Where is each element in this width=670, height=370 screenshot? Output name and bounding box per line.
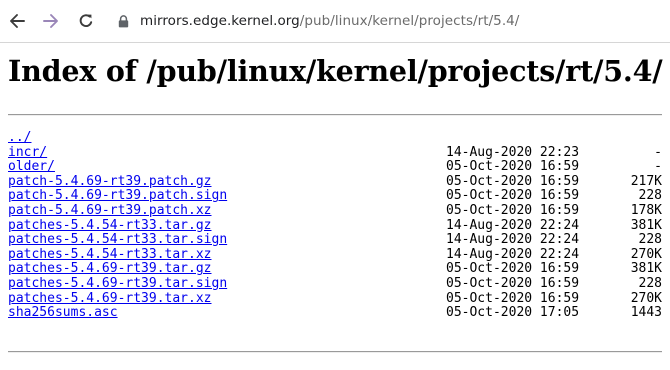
- modified-date: 05-Oct-2020 16:59: [446, 290, 580, 306]
- listing-row: ../: [8, 130, 662, 146]
- listing-row: patch-5.4.69-rt39.patch.xz 05-Oct-2020 16…: [8, 202, 662, 219]
- modified-date: 05-Oct-2020 16:59: [446, 159, 580, 175]
- url-path: /pub/linux/kernel/projects/rt/5.4/: [299, 13, 520, 29]
- file-size: 217K: [630, 173, 662, 189]
- file-link[interactable]: patches-5.4.69-rt39.tar.sign: [8, 276, 227, 292]
- reload-button[interactable]: [72, 7, 100, 35]
- file-listing: ../incr/14-Aug-2020 22:23- older/05-Oct-2…: [8, 130, 662, 321]
- file-size: 270K: [630, 246, 662, 262]
- modified-date: 05-Oct-2020 16:59: [446, 275, 580, 291]
- listing-row: patch-5.4.69-rt39.patch.gz 05-Oct-2020 16…: [8, 173, 662, 190]
- forward-button[interactable]: [37, 7, 65, 35]
- address-bar[interactable]: mirrors.edge.kernel.org/pub/linux/kernel…: [108, 5, 668, 37]
- modified-date: 05-Oct-2020 16:59: [446, 188, 580, 204]
- listing-row: sha256sums.asc 05-Oct-2020 17:05 1443: [8, 306, 662, 321]
- url-host: mirrors.edge.kernel.org: [140, 13, 300, 29]
- file-size: -: [654, 144, 662, 160]
- file-size: 228: [638, 275, 662, 291]
- modified-date: 14-Aug-2020 22:23: [446, 144, 580, 160]
- lock-icon: [116, 14, 130, 28]
- listing-row: patches-5.4.54-rt33.tar.gz 14-Aug-2020 22…: [8, 217, 662, 234]
- file-size: 270K: [630, 290, 662, 306]
- file-link[interactable]: incr/: [8, 145, 47, 161]
- file-link[interactable]: sha256sums.asc: [8, 306, 118, 321]
- file-size: 1443: [630, 305, 662, 321]
- file-link[interactable]: older/: [8, 160, 55, 175]
- listing-row: patches-5.4.54-rt33.tar.xz 14-Aug-2020 22…: [8, 246, 662, 263]
- parent-directory-link[interactable]: ../: [8, 130, 31, 146]
- modified-date: 05-Oct-2020 16:59: [446, 202, 580, 218]
- url-text: mirrors.edge.kernel.org/pub/linux/kernel…: [140, 13, 519, 29]
- arrow-right-icon: [43, 13, 59, 29]
- page-title: Index of /pub/linux/kernel/projects/rt/5…: [8, 54, 663, 88]
- file-size: 228: [638, 232, 662, 248]
- back-button[interactable]: [3, 7, 31, 35]
- file-size: 381K: [630, 261, 662, 277]
- modified-date: 05-Oct-2020 17:05: [446, 305, 580, 321]
- divider-top: [8, 114, 662, 116]
- modified-date: 14-Aug-2020 22:24: [446, 246, 580, 262]
- modified-date: 05-Oct-2020 16:59: [446, 261, 580, 277]
- listing-row: patches-5.4.54-rt33.tar.sign 14-Aug-2020 …: [8, 233, 662, 248]
- listing-row: patch-5.4.69-rt39.patch.sign 05-Oct-2020 …: [8, 189, 662, 204]
- file-link[interactable]: patch-5.4.69-rt39.patch.sign: [8, 189, 227, 204]
- file-link[interactable]: patch-5.4.69-rt39.patch.gz: [8, 174, 212, 190]
- reload-icon: [78, 13, 94, 29]
- file-link[interactable]: patches-5.4.54-rt33.tar.sign: [8, 233, 227, 248]
- modified-date: 05-Oct-2020 16:59: [446, 173, 580, 189]
- modified-date: 14-Aug-2020 22:24: [446, 217, 580, 233]
- modified-date: 14-Aug-2020 22:24: [446, 232, 580, 248]
- listing-row: patches-5.4.69-rt39.tar.xz 05-Oct-2020 16…: [8, 290, 662, 307]
- file-size: 381K: [630, 217, 662, 233]
- file-size: 178K: [630, 202, 662, 218]
- file-link[interactable]: patches-5.4.69-rt39.tar.gz: [8, 262, 212, 277]
- file-size: -: [654, 159, 662, 175]
- file-link[interactable]: patches-5.4.54-rt33.tar.gz: [8, 218, 212, 234]
- file-size: 228: [638, 188, 662, 204]
- divider-bottom: [8, 351, 662, 353]
- listing-row: older/05-Oct-2020 16:59 -: [8, 160, 662, 175]
- listing-row: patches-5.4.69-rt39.tar.gz 05-Oct-2020 16…: [8, 262, 662, 277]
- listing-row: incr/14-Aug-2020 22:23 -: [8, 144, 662, 161]
- file-link[interactable]: patches-5.4.54-rt33.tar.xz: [8, 247, 212, 263]
- file-link[interactable]: patches-5.4.69-rt39.tar.xz: [8, 291, 212, 307]
- arrow-left-icon: [9, 13, 25, 29]
- listing-row: patches-5.4.69-rt39.tar.sign 05-Oct-2020 …: [8, 275, 662, 292]
- file-link[interactable]: patch-5.4.69-rt39.patch.xz: [8, 203, 212, 219]
- browser-toolbar: mirrors.edge.kernel.org/pub/linux/kernel…: [0, 0, 670, 43]
